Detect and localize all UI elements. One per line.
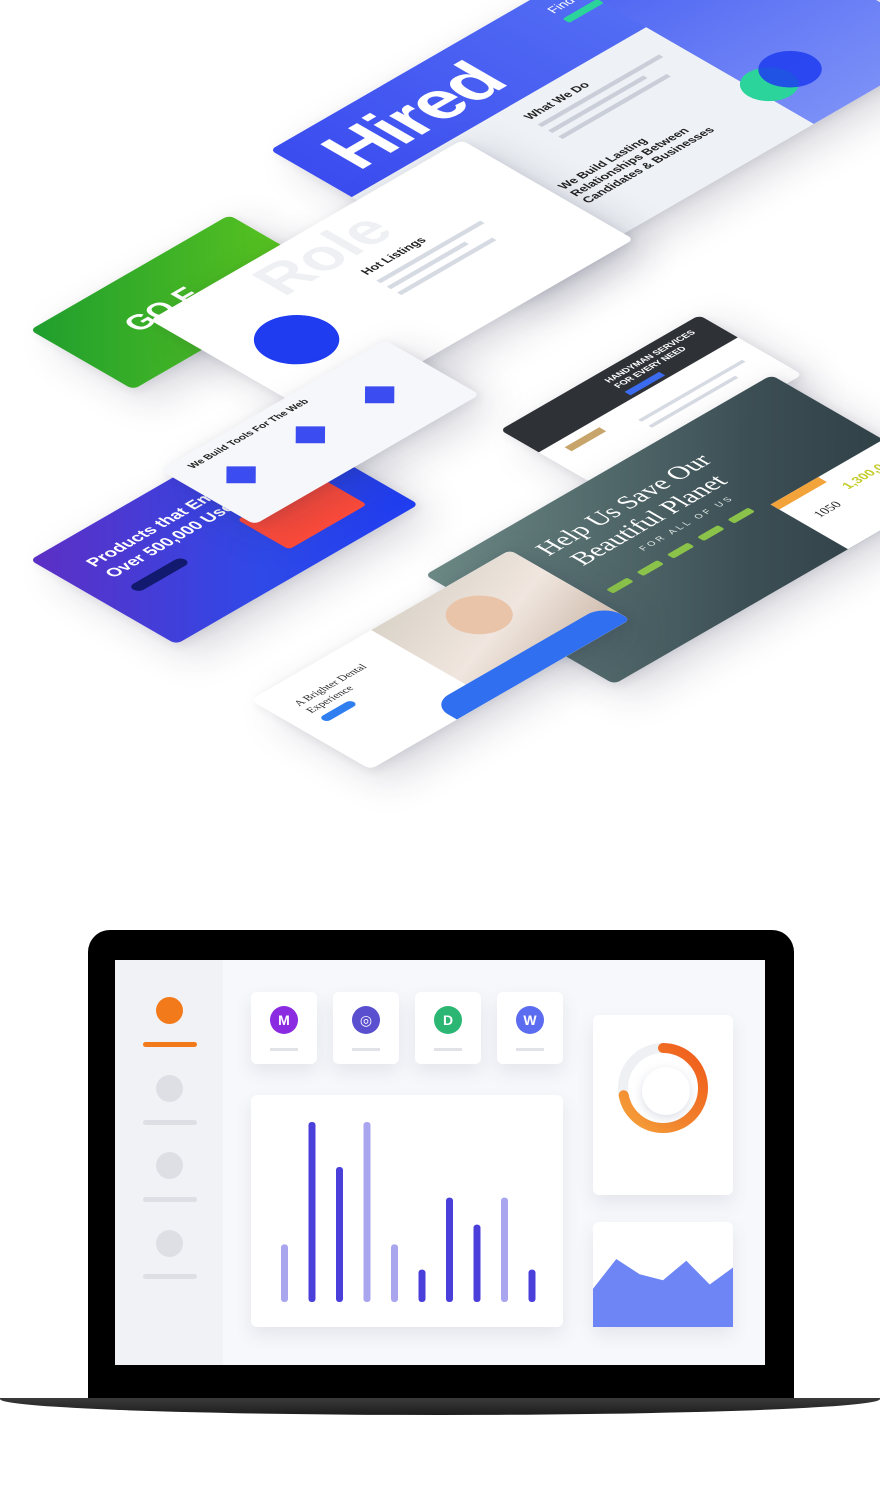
sidebar-item-dot[interactable]	[156, 1075, 183, 1102]
bar-chart	[281, 1122, 536, 1302]
bar-chart-card	[251, 1095, 563, 1327]
bar	[501, 1197, 508, 1302]
bar	[528, 1269, 536, 1302]
bar	[418, 1269, 426, 1302]
role-illustration	[236, 304, 358, 375]
logo-tile-d[interactable]: D	[415, 992, 481, 1064]
bar	[308, 1122, 316, 1302]
planet-chip[interactable]	[636, 560, 665, 577]
tools-icon	[364, 386, 395, 404]
m-logo-icon: M	[270, 1006, 298, 1034]
logo-tile-circle[interactable]: ◎	[333, 992, 399, 1064]
laptop-base	[0, 1398, 880, 1415]
area-chart-card	[593, 1222, 733, 1327]
laptop-screen: M ◎ D W	[115, 960, 765, 1365]
sidebar-item-active-underline	[143, 1042, 197, 1047]
sidebar-item-dot[interactable]	[156, 1152, 183, 1179]
w-logo-icon: W	[516, 1006, 544, 1034]
bar	[336, 1167, 343, 1302]
bar	[473, 1224, 481, 1302]
donut-center	[642, 1067, 690, 1115]
bar	[363, 1122, 371, 1302]
planet-chip[interactable]	[727, 507, 756, 524]
circle-logo-icon: ◎	[352, 1006, 380, 1034]
donut-chart-card	[593, 1015, 733, 1195]
sidebar-item-dot[interactable]	[156, 1230, 183, 1257]
area-fill	[593, 1259, 733, 1327]
sidebar-item-underline	[143, 1274, 197, 1279]
tools-icon	[226, 466, 256, 484]
bar	[446, 1197, 453, 1302]
sidebar-item-underline	[143, 1197, 197, 1202]
area-chart	[593, 1259, 733, 1327]
bar	[281, 1244, 288, 1302]
donut-chart	[618, 1043, 708, 1133]
hired-headline: We Build Lasting Relationships Between C…	[554, 124, 718, 206]
logo-tile-m[interactable]: M	[251, 992, 317, 1064]
sidebar-item-active-dot[interactable]	[156, 997, 183, 1024]
sidebar-item-underline	[143, 1120, 197, 1125]
planet-chip[interactable]	[666, 542, 695, 559]
d-logo-icon: D	[434, 1006, 462, 1034]
tools-title: We Build Tools For The Web	[185, 397, 312, 471]
logo-tile-w[interactable]: W	[497, 992, 563, 1064]
dashboard-sidebar	[115, 960, 223, 1365]
website-layouts-collage: Hired Find & Post Jobs What We Do We Bui…	[0, 0, 880, 860]
bar	[391, 1244, 398, 1302]
tools-icon	[295, 426, 326, 444]
planet-chip[interactable]	[606, 577, 634, 594]
planet-chip[interactable]	[697, 525, 725, 542]
